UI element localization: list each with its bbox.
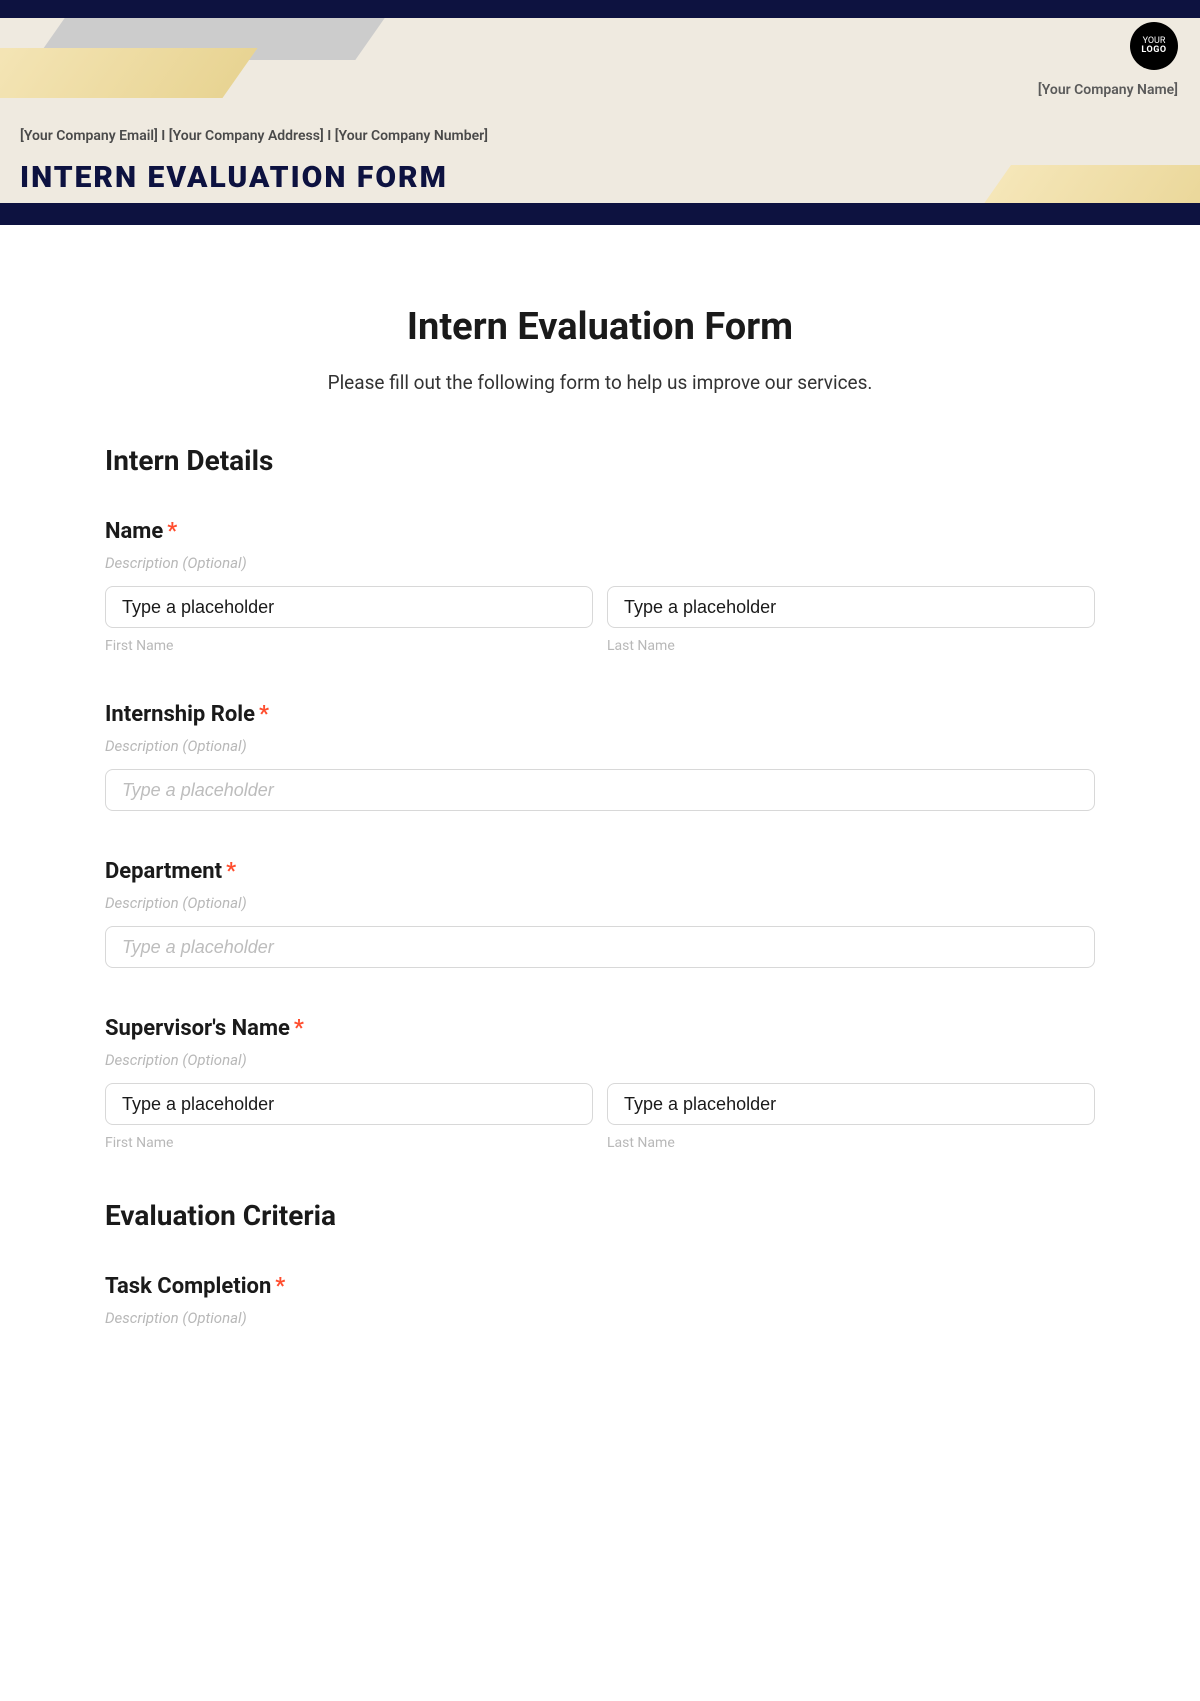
- supervisor-last-name-input[interactable]: [607, 1083, 1095, 1125]
- form-content: Intern Evaluation Form Please fill out t…: [0, 225, 1200, 1415]
- department-input[interactable]: [105, 926, 1095, 968]
- required-mark: *: [294, 1016, 304, 1041]
- field-task-completion: Task Completion* Description (Optional): [105, 1274, 1095, 1327]
- section-evaluation-criteria: Evaluation Criteria: [105, 1199, 1095, 1232]
- contact-line: [Your Company Email] I [Your Company Add…: [20, 128, 488, 144]
- name-desc: Description (Optional): [105, 554, 1095, 572]
- supervisor-first-name-input[interactable]: [105, 1083, 593, 1125]
- required-mark: *: [226, 859, 236, 884]
- form-subtitle: Please fill out the following form to he…: [105, 371, 1095, 394]
- field-department: Department* Description (Optional): [105, 859, 1095, 968]
- header-banner: YOUR LOGO [Your Company Name] [Your Comp…: [0, 0, 1200, 225]
- role-desc: Description (Optional): [105, 737, 1095, 755]
- navy-strip-bottom: [0, 203, 1200, 225]
- field-name: Name* Description (Optional) First Name …: [105, 519, 1095, 654]
- supervisor-first-sublabel: First Name: [105, 1135, 593, 1151]
- field-supervisor: Supervisor's Name* Description (Optional…: [105, 1016, 1095, 1151]
- form-title: Intern Evaluation Form: [105, 305, 1095, 349]
- gold-shape-left: [0, 48, 258, 98]
- logo-circle: YOUR LOGO: [1130, 22, 1178, 70]
- task-completion-desc: Description (Optional): [105, 1309, 1095, 1327]
- last-name-sublabel: Last Name: [607, 638, 1095, 654]
- department-label: Department*: [105, 859, 1095, 884]
- department-desc: Description (Optional): [105, 894, 1095, 912]
- logo-line2: LOGO: [1141, 46, 1166, 55]
- last-name-input[interactable]: [607, 586, 1095, 628]
- required-mark: *: [275, 1274, 285, 1299]
- supervisor-desc: Description (Optional): [105, 1051, 1095, 1069]
- company-name: [Your Company Name]: [1038, 82, 1178, 98]
- required-mark: *: [167, 519, 177, 544]
- required-mark: *: [259, 702, 269, 727]
- navy-strip-top: [0, 0, 1200, 18]
- first-name-input[interactable]: [105, 586, 593, 628]
- role-label: Internship Role*: [105, 702, 1095, 727]
- supervisor-last-sublabel: Last Name: [607, 1135, 1095, 1151]
- section-intern-details: Intern Details: [105, 444, 1095, 477]
- role-input[interactable]: [105, 769, 1095, 811]
- banner-title: INTERN EVALUATION FORM: [20, 160, 448, 195]
- field-role: Internship Role* Description (Optional): [105, 702, 1095, 811]
- supervisor-label: Supervisor's Name*: [105, 1016, 1095, 1041]
- task-completion-label: Task Completion*: [105, 1274, 1095, 1299]
- first-name-sublabel: First Name: [105, 638, 593, 654]
- name-label: Name*: [105, 519, 1095, 544]
